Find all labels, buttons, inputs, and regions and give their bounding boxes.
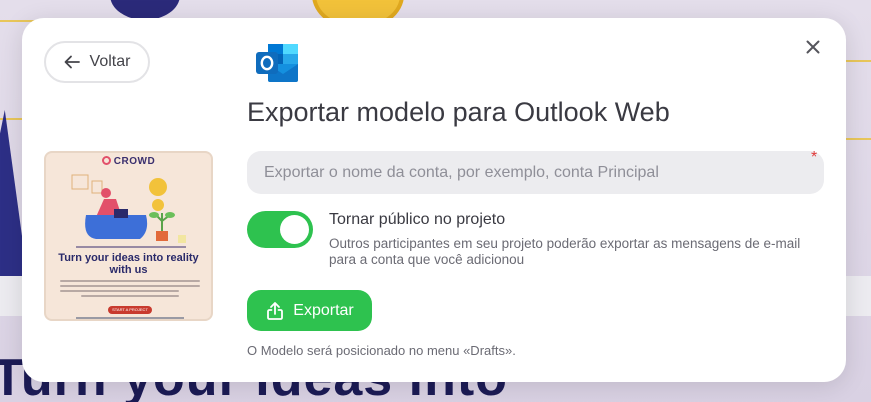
toggle-knob [280, 215, 309, 244]
preview-logo: CROWD [46, 156, 211, 167]
preview-headline: Turn your ideas into reality with us [58, 252, 199, 276]
drafts-note: O Modelo será posicionado no menu «Draft… [247, 343, 516, 358]
arrow-left-icon [64, 55, 80, 69]
export-button-label: Exportar [293, 301, 354, 319]
required-indicator: * [811, 149, 818, 166]
preview-body-text [60, 280, 200, 300]
preview-footer-image [76, 317, 184, 319]
back-button-label: Voltar [89, 53, 131, 70]
account-name-input[interactable] [247, 151, 824, 194]
public-toggle-description: Outros participantes em seu projeto pode… [329, 236, 801, 267]
export-modal: Voltar CROWD Turn your ideas into realit… [22, 18, 846, 382]
preview-brand: CROWD [113, 156, 156, 167]
close-icon [806, 40, 820, 54]
public-toggle[interactable] [247, 211, 313, 248]
preview-cta: START A PROJECT [108, 306, 152, 314]
outlook-icon [256, 44, 298, 82]
back-button[interactable]: Voltar [44, 41, 150, 83]
share-export-icon [267, 301, 284, 320]
export-button[interactable]: Exportar [247, 290, 372, 331]
crowd-logo-icon [101, 156, 111, 165]
modal-title: Exportar modelo para Outlook Web [247, 97, 670, 127]
close-button[interactable] [802, 36, 824, 58]
public-toggle-label: Tornar público no projeto [329, 211, 506, 228]
preview-illustration [71, 174, 186, 248]
template-preview: CROWD Turn your ideas into reality with … [44, 151, 213, 321]
